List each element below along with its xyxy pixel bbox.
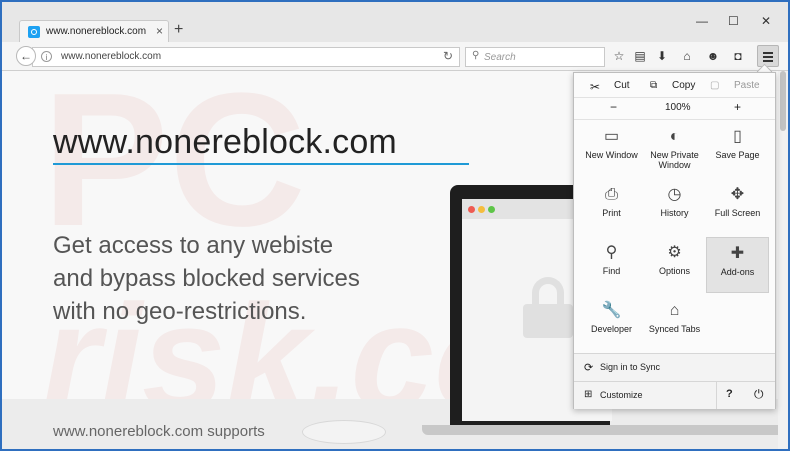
tab-close-icon[interactable]: × — [156, 24, 163, 38]
lock-icon — [523, 304, 573, 338]
menu-panel: ✂ Cut ⧉ Copy ▢ Paste − 100% + ▭ New Wind… — [573, 72, 776, 409]
menu-item-label: New Private Window — [650, 150, 699, 170]
sync-icon: ⟳ — [584, 362, 594, 374]
chat-icon[interactable]: ☻ — [705, 48, 721, 64]
help-button[interactable]: ? — [726, 388, 733, 400]
zoom-out-button[interactable]: − — [610, 100, 617, 114]
heading-underline — [53, 163, 469, 165]
new-window-button[interactable]: ▭ New Window — [580, 121, 643, 177]
star-icon[interactable]: ☆ — [611, 48, 627, 64]
menu-item-label: New Window — [585, 150, 638, 160]
tab-title: www.nonereblock.com — [46, 26, 147, 37]
zoom-row: − 100% + — [574, 97, 775, 120]
menu-item-label: Print — [602, 208, 621, 218]
search-placeholder: Search — [484, 52, 516, 63]
pocket-icon[interactable]: ◘ — [730, 48, 746, 64]
options-button[interactable]: ⚙ Options — [643, 237, 706, 293]
green-dot-icon — [488, 206, 495, 213]
menu-item-label: Synced Tabs — [648, 324, 701, 334]
maximize-button[interactable]: ☐ — [728, 14, 739, 28]
tagline-line: with no geo-restrictions. — [53, 298, 307, 325]
menu-item-label: Save Page — [715, 150, 760, 160]
menu-item-label: History — [660, 208, 689, 218]
yellow-dot-icon — [478, 206, 485, 213]
page-scrollbar[interactable] — [778, 71, 788, 449]
print-button[interactable]: ⎙ Print — [580, 179, 643, 235]
developer-button[interactable]: 🔧 Developer — [580, 295, 643, 351]
synced-tabs-icon: ⌂ — [669, 302, 680, 319]
puzzle-icon: ✚ — [730, 245, 745, 262]
menu-item-label: Developer — [590, 324, 633, 334]
copy-button[interactable]: Copy — [672, 80, 695, 91]
add-ons-button[interactable]: ✚ Add-ons — [706, 237, 769, 293]
supports-text: www.nonereblock.com supports — [53, 423, 265, 440]
full-screen-button[interactable]: ✥ Full Screen — [706, 179, 769, 235]
scrollbar-thumb[interactable] — [780, 71, 786, 131]
tab-nonereblock[interactable]: www.nonereblock.com × — [19, 20, 169, 43]
mouse-image — [302, 420, 386, 444]
menu-icon-bar — [763, 60, 773, 62]
browser-window: www.nonereblock.com × + — ☐ ✕ i www.none… — [2, 2, 788, 449]
save-page-button[interactable]: ▯ Save Page — [706, 121, 769, 177]
copy-icon: ⧉ — [650, 80, 658, 91]
customize-icon: ⊞ — [584, 389, 593, 400]
clock-icon: ◷ — [667, 186, 682, 203]
cut-button[interactable]: Cut — [614, 80, 630, 91]
menu-button[interactable] — [757, 45, 779, 67]
zoom-level[interactable]: 100% — [665, 102, 691, 113]
new-tab-button[interactable]: + — [174, 21, 183, 39]
home-icon[interactable]: ⌂ — [679, 48, 695, 64]
menu-item-label: Add-ons — [720, 267, 755, 277]
window-icon: ▭ — [603, 128, 620, 145]
zoom-in-button[interactable]: + — [734, 100, 741, 114]
page-heading: www.nonereblock.com — [53, 123, 397, 161]
quit-button[interactable]: ⏻ — [754, 387, 764, 402]
edit-row: ✂ Cut ⧉ Copy ▢ Paste — [574, 75, 775, 98]
divider — [716, 382, 717, 409]
reload-icon[interactable]: ↻ — [443, 49, 453, 63]
history-button[interactable]: ◷ History — [643, 179, 706, 235]
page-icon: ▯ — [733, 128, 742, 145]
sign-in-row[interactable]: ⟳ Sign in to Sync — [574, 353, 775, 381]
back-button[interactable]: ← — [16, 46, 36, 66]
url-bar[interactable]: i www.nonereblock.com ↻ — [32, 47, 460, 67]
menu-item-label: Find — [602, 266, 621, 276]
tagline-line: Get access to any webiste — [53, 232, 334, 259]
red-dot-icon — [468, 206, 475, 213]
tab-strip: www.nonereblock.com × + — ☐ ✕ — [2, 2, 788, 43]
printer-icon: ⎙ — [605, 186, 618, 203]
customize-row: ⊞ Customize ? ⏻ — [574, 381, 775, 409]
site-favicon-icon — [28, 26, 40, 38]
menu-item-label: Full Screen — [714, 208, 761, 218]
new-private-window-button[interactable]: ◐ New Private Window — [643, 121, 706, 177]
gear-icon: ⚙ — [667, 244, 682, 261]
tagline-line: and bypass blocked services — [53, 265, 360, 292]
synced-tabs-button[interactable]: ⌂ Synced Tabs — [643, 295, 706, 351]
menu-icon-bar — [763, 56, 773, 58]
site-info-icon[interactable]: i — [41, 51, 52, 62]
search-input[interactable]: ⚲ Search — [465, 47, 605, 67]
customize-button[interactable]: Customize — [600, 390, 643, 400]
cut-icon: ✂ — [590, 80, 601, 94]
paste-icon: ▢ — [710, 80, 720, 91]
url-text[interactable]: www.nonereblock.com — [61, 51, 161, 62]
wrench-icon: 🔧 — [601, 302, 622, 319]
paste-button[interactable]: Paste — [734, 80, 760, 91]
menu-icon-bar — [763, 52, 773, 54]
mask-icon: ◐ — [669, 128, 680, 145]
download-icon[interactable]: ⬇ — [654, 48, 670, 64]
menu-item-label: Options — [658, 266, 691, 276]
close-window-button[interactable]: ✕ — [761, 14, 771, 28]
laptop-base — [422, 425, 788, 435]
find-button[interactable]: ⚲ Find — [580, 237, 643, 293]
fullscreen-icon: ✥ — [730, 186, 745, 203]
sign-in-to-sync: Sign in to Sync — [600, 362, 661, 372]
page-tagline: Get access to any webiste and bypass blo… — [53, 229, 360, 328]
minimize-button[interactable]: — — [696, 14, 708, 28]
reading-list-icon[interactable]: ▤ — [632, 48, 648, 64]
navigation-bar: i www.nonereblock.com ↻ ← ⚲ Search ☆ ▤ ⬇… — [2, 42, 788, 71]
search-icon: ⚲ — [472, 50, 480, 61]
magnifier-icon: ⚲ — [605, 244, 618, 261]
